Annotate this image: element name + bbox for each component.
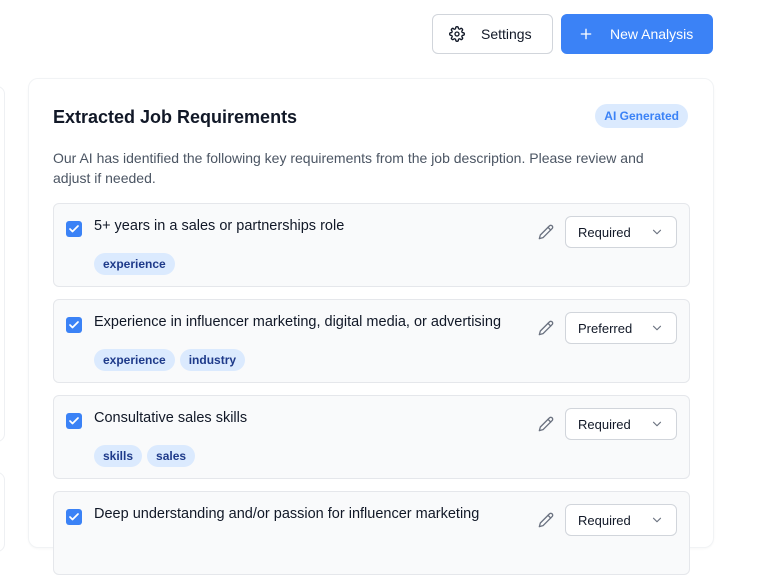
- plus-icon: [578, 26, 594, 42]
- requirements-card: Extracted Job Requirements AI Generated …: [28, 78, 714, 575]
- pencil-icon[interactable]: [538, 320, 554, 336]
- card-title: Extracted Job Requirements: [53, 107, 298, 127]
- tag: experience: [94, 349, 175, 371]
- requirement-checkbox[interactable]: [66, 413, 82, 429]
- settings-button[interactable]: Settings: [432, 14, 553, 54]
- chevron-down-icon: [652, 421, 662, 427]
- chevron-down-icon: [652, 517, 662, 523]
- priority-value: Preferred: [578, 320, 633, 336]
- tag: experience: [94, 253, 175, 275]
- requirement-item: Experience in influencer marketing, digi…: [53, 299, 690, 383]
- card-description: Our AI has identified the following key …: [53, 150, 644, 186]
- check-icon: [69, 513, 79, 521]
- pencil-icon[interactable]: [538, 512, 554, 528]
- tag: sales: [147, 445, 196, 467]
- requirement-item: Deep understanding and/or passion for in…: [53, 491, 690, 575]
- requirement-tags: experience: [94, 253, 175, 275]
- priority-value: Required: [578, 416, 631, 432]
- check-icon: [69, 225, 79, 233]
- side-panel: [0, 86, 5, 442]
- priority-select[interactable]: Required: [565, 408, 677, 440]
- requirement-text: Deep understanding and/or passion for in…: [94, 506, 480, 522]
- check-icon: [69, 417, 79, 425]
- requirement-item: Consultative sales skills skills sales R…: [53, 395, 690, 479]
- check-icon: [69, 321, 79, 329]
- priority-select[interactable]: Preferred: [565, 312, 677, 344]
- priority-value: Required: [578, 512, 631, 528]
- pencil-icon[interactable]: [538, 224, 554, 240]
- new-analysis-label: New Analysis: [610, 26, 694, 42]
- new-analysis-button[interactable]: New Analysis: [561, 14, 713, 54]
- side-panel-lower: [0, 472, 5, 552]
- requirement-text: Consultative sales skills: [94, 410, 248, 426]
- requirement-checkbox[interactable]: [66, 221, 82, 237]
- chevron-down-icon: [652, 325, 662, 331]
- requirement-item: 5+ years in a sales or partnerships role…: [53, 203, 690, 287]
- priority-select[interactable]: Required: [565, 504, 677, 536]
- requirement-tags: skills sales: [94, 445, 196, 467]
- ai-generated-badge: AI Generated: [595, 104, 688, 128]
- top-toolbar: Settings New Analysis: [432, 14, 713, 54]
- gear-icon: [449, 26, 465, 42]
- priority-value: Required: [578, 224, 631, 240]
- requirement-text: 5+ years in a sales or partnerships role: [94, 218, 345, 234]
- priority-select[interactable]: Required: [565, 216, 677, 248]
- pencil-icon[interactable]: [538, 416, 554, 432]
- tag: industry: [179, 349, 246, 371]
- requirement-tags: experience industry: [94, 349, 246, 371]
- tag: skills: [94, 445, 143, 467]
- requirement-checkbox[interactable]: [66, 317, 82, 333]
- requirement-checkbox[interactable]: [66, 509, 82, 525]
- chevron-down-icon: [652, 229, 662, 235]
- settings-label: Settings: [481, 26, 532, 42]
- requirement-text: Experience in influencer marketing, digi…: [94, 314, 502, 330]
